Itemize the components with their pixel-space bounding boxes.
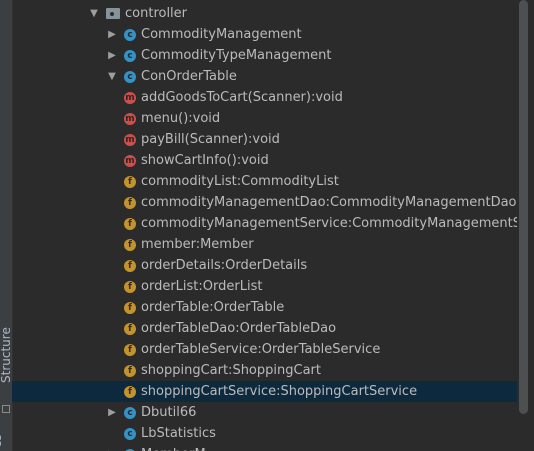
structure-tab-icon bbox=[2, 405, 10, 413]
project-tree: ▼ controller ▶ c CommodityManagement ▶ c Commod… bbox=[12, 0, 517, 451]
tree-row-field[interactable]: ▶forderTableDao:OrderTableDao bbox=[12, 318, 517, 339]
tree-row-folder[interactable]: ▼ controller bbox=[12, 3, 517, 24]
tree-item-label: commodityManagementDao:CommodityManageme… bbox=[141, 195, 517, 210]
tree-row-field[interactable]: ▶forderTableService:OrderTableService bbox=[12, 339, 517, 360]
tree-item-label: shoppingCartService:ShoppingCartService bbox=[141, 384, 418, 399]
tree-item-label: orderTableDao:OrderTableDao bbox=[141, 321, 337, 336]
tree-row-field[interactable]: ▶fmember:Member bbox=[12, 234, 517, 255]
tree-row-method[interactable]: ▶mshowCartInfo():void bbox=[12, 150, 517, 171]
field-icon: f bbox=[124, 280, 136, 293]
tree-item-label: MemberM bbox=[141, 447, 206, 451]
tree-item-label: Dbutil66 bbox=[141, 405, 197, 420]
expanded-arrow-icon[interactable]: ▼ bbox=[106, 71, 118, 83]
tree-row-class[interactable]: ▶cLbStatistics bbox=[12, 423, 517, 444]
class-icon: c bbox=[124, 427, 136, 440]
tree-item-label: payBill(Scanner):void bbox=[141, 132, 280, 147]
tree-row-field[interactable]: ▶forderTable:OrderTable bbox=[12, 297, 517, 318]
tree-row-method[interactable]: ▶mpayBill(Scanner):void bbox=[12, 129, 517, 150]
tree-row-field[interactable]: ▶fcommodityManagementService:CommodityMa… bbox=[12, 213, 517, 234]
collapsed-arrow-icon[interactable]: ▶ bbox=[106, 50, 118, 62]
tree-row-class[interactable]: ▶ c CommodityManagement bbox=[12, 24, 517, 45]
method-icon: m bbox=[124, 133, 136, 146]
field-icon: f bbox=[124, 217, 136, 230]
tree-row-class[interactable]: ▼ c ConOrderTable bbox=[12, 66, 517, 87]
field-icon: f bbox=[124, 175, 136, 188]
tree-item-label: menu():void bbox=[141, 111, 221, 126]
tree-item-label: CommodityManagement bbox=[141, 27, 302, 42]
method-icon: m bbox=[124, 154, 136, 167]
class-icon: c bbox=[124, 406, 136, 419]
structure-panel: Structure es ▼ controller ▶ c CommodityManag… bbox=[0, 0, 534, 451]
package-folder-icon bbox=[106, 8, 120, 19]
class-icon: c bbox=[124, 70, 136, 83]
tree-row-class[interactable]: ▶ c Dbutil66 bbox=[12, 402, 517, 423]
tree-item-label: LbStatistics bbox=[141, 426, 216, 441]
collapsed-arrow-icon[interactable]: ▶ bbox=[106, 407, 118, 419]
tree-row-field[interactable]: ▶fshoppingCart:ShoppingCart bbox=[12, 360, 517, 381]
tree-item-label: showCartInfo():void bbox=[141, 153, 269, 168]
tree-row-field[interactable]: ▶fcommodityManagementDao:CommodityManage… bbox=[12, 192, 517, 213]
method-icon: m bbox=[124, 91, 136, 104]
method-icon: m bbox=[124, 112, 136, 125]
tree-item-label: controller bbox=[125, 6, 188, 21]
tree-row-method[interactable]: ▶mmenu():void bbox=[12, 108, 517, 129]
tree-item-label: commodityManagementService:CommodityMana… bbox=[141, 216, 517, 231]
tree-row-field[interactable]: ▶fcommodityList:CommodityList bbox=[12, 171, 517, 192]
vertical-scrollbar[interactable] bbox=[519, 0, 528, 414]
tree-item-label: orderTable:OrderTable bbox=[141, 300, 285, 315]
field-icon: f bbox=[124, 301, 136, 314]
tree-item-label: addGoodsToCart(Scanner):void bbox=[141, 90, 343, 105]
collapsed-arrow-icon[interactable]: ▶ bbox=[106, 29, 118, 41]
tree-row-class[interactable]: ▶cMemberM bbox=[12, 444, 517, 451]
tree-row-method[interactable]: ▶maddGoodsToCart(Scanner):void bbox=[12, 87, 517, 108]
tree-item-label: commodityList:CommodityList bbox=[141, 174, 339, 189]
tree-item-label: orderList:OrderList bbox=[141, 279, 263, 294]
field-icon: f bbox=[124, 259, 136, 272]
tree-item-label: member:Member bbox=[141, 237, 254, 252]
tree-item-label: shoppingCart:ShoppingCart bbox=[141, 363, 321, 378]
tree-item-label: CommodityTypeManagement bbox=[141, 48, 332, 63]
field-icon: f bbox=[124, 385, 136, 398]
bottom-tab-label[interactable]: es bbox=[0, 434, 4, 448]
field-icon: f bbox=[124, 238, 136, 251]
tree-item-label: ConOrderTable bbox=[141, 69, 237, 84]
expanded-arrow-icon[interactable]: ▼ bbox=[88, 8, 100, 20]
tree-item-label: orderTableService:OrderTableService bbox=[141, 342, 381, 357]
field-icon: f bbox=[124, 196, 136, 209]
tree-item-label: orderDetails:OrderDetails bbox=[141, 258, 308, 273]
tree-row-field[interactable]: ▶fshoppingCartService:ShoppingCartServic… bbox=[12, 381, 517, 402]
tree-row-field[interactable]: ▶forderList:OrderList bbox=[12, 276, 517, 297]
tree-row-class[interactable]: ▶ c CommodityTypeManagement bbox=[12, 45, 517, 66]
field-icon: f bbox=[124, 322, 136, 335]
field-icon: f bbox=[124, 364, 136, 377]
class-icon: c bbox=[124, 28, 136, 41]
field-icon: f bbox=[124, 343, 136, 356]
tree-row-field[interactable]: ▶forderDetails:OrderDetails bbox=[12, 255, 517, 276]
class-icon: c bbox=[124, 49, 136, 62]
